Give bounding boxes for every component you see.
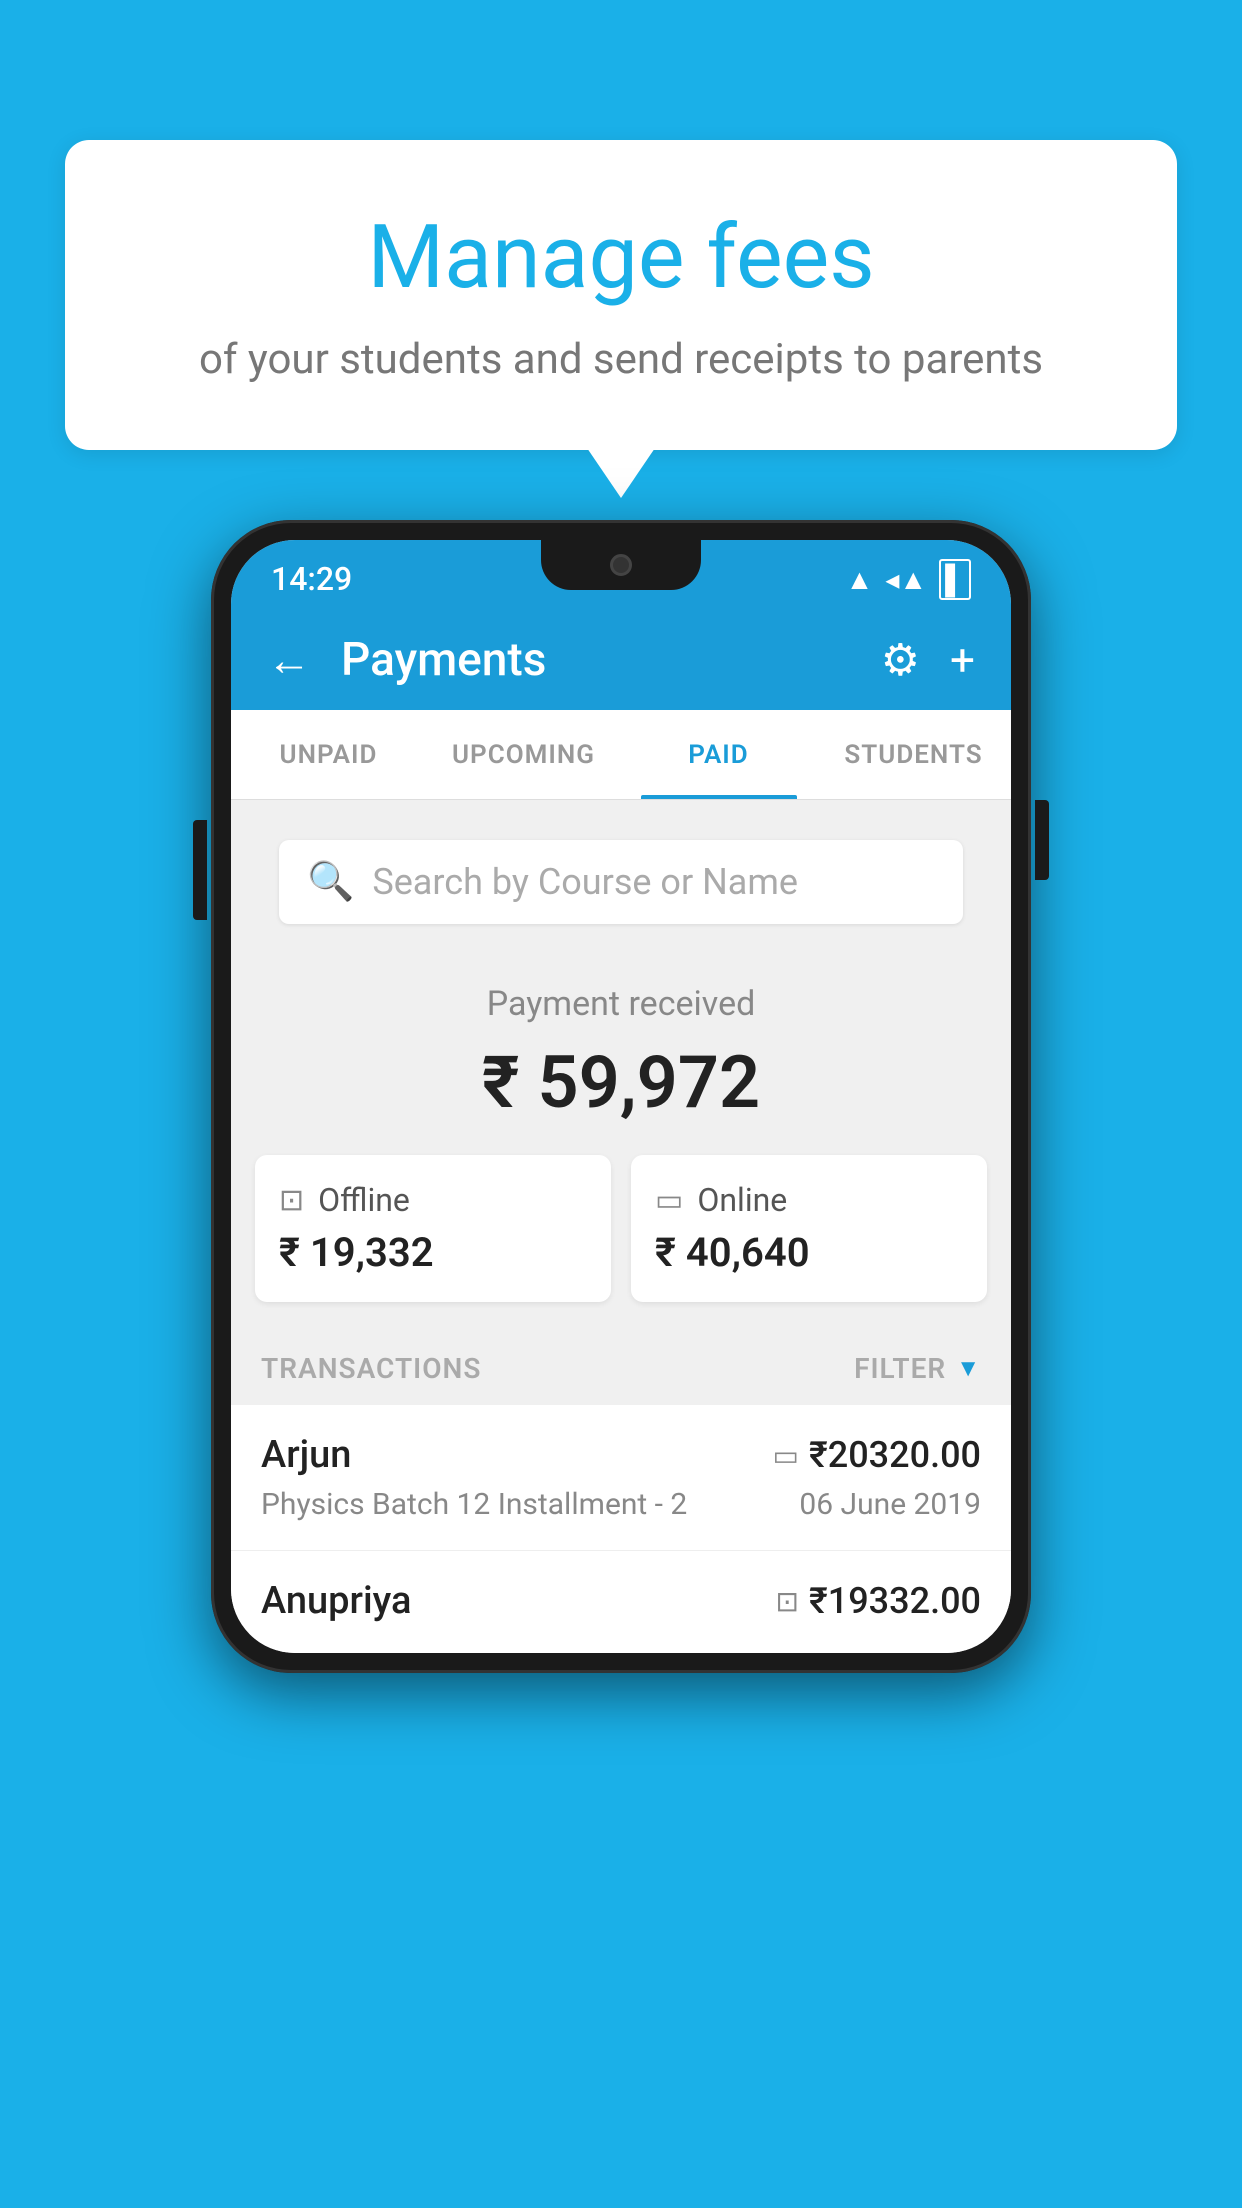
transaction-date-1: 06 June 2019 [799, 1487, 981, 1522]
app-bar-actions: ⚙ + [881, 634, 975, 686]
transaction-amount-1: ₹20320.00 [809, 1434, 981, 1476]
transaction-top-2: Anupriya ⊡ ₹19332.00 [261, 1579, 981, 1623]
tab-upcoming[interactable]: UPCOMING [426, 710, 621, 799]
payment-total-amount: ₹ 59,972 [251, 1040, 991, 1125]
offline-card: ⊡ Offline ₹ 19,332 [255, 1155, 611, 1302]
payment-received-label: Payment received [251, 984, 991, 1024]
tab-paid[interactable]: PAID [621, 710, 816, 799]
phone-outer: 14:29 ▲ ◂▲ ▌ ← Payments ⚙ + UNPAID [211, 520, 1031, 1673]
wifi-icon: ▲ [846, 563, 874, 596]
payment-summary: Payment received ₹ 59,972 [231, 944, 1011, 1155]
camera [610, 554, 632, 576]
settings-icon[interactable]: ⚙ [881, 634, 920, 686]
signal-icon: ◂▲ [885, 563, 927, 596]
phone-notch [541, 540, 701, 590]
bubble-subtitle: of your students and send receipts to pa… [125, 331, 1117, 390]
online-card: ▭ Online ₹ 40,640 [631, 1155, 987, 1302]
add-icon[interactable]: + [950, 634, 975, 686]
search-bar[interactable]: 🔍 Search by Course or Name [279, 840, 963, 924]
filter-button[interactable]: FILTER ▼ [854, 1352, 981, 1385]
transaction-amount-row-2: ⊡ ₹19332.00 [776, 1580, 982, 1622]
filter-label: FILTER [854, 1352, 946, 1385]
transactions-header: TRANSACTIONS FILTER ▼ [231, 1332, 1011, 1405]
tab-students[interactable]: STUDENTS [816, 710, 1011, 799]
tab-unpaid[interactable]: UNPAID [231, 710, 426, 799]
tabs-bar: UNPAID UPCOMING PAID STUDENTS [231, 710, 1011, 800]
status-time: 14:29 [271, 560, 352, 598]
back-button[interactable]: ← [267, 634, 311, 686]
phone-mockup: 14:29 ▲ ◂▲ ▌ ← Payments ⚙ + UNPAID [211, 520, 1031, 1673]
app-bar-title: Payments [341, 633, 851, 687]
search-placeholder: Search by Course or Name [372, 861, 798, 903]
app-bar: ← Payments ⚙ + [231, 610, 1011, 710]
bubble-title: Manage fees [125, 210, 1117, 307]
transaction-type-icon-2: ⊡ [776, 1585, 799, 1618]
transactions-label: TRANSACTIONS [261, 1352, 481, 1385]
payment-cards: ⊡ Offline ₹ 19,332 ▭ Online ₹ 40,640 [231, 1155, 1011, 1332]
transaction-name-1: Arjun [261, 1433, 351, 1477]
offline-icon: ⊡ [279, 1183, 304, 1218]
transaction-row-arjun[interactable]: Arjun ▭ ₹20320.00 Physics Batch 12 Insta… [231, 1405, 1011, 1551]
speech-bubble-container: Manage fees of your students and send re… [65, 140, 1177, 450]
offline-card-header: ⊡ Offline [279, 1181, 587, 1219]
online-card-header: ▭ Online [655, 1181, 963, 1219]
transaction-amount-2: ₹19332.00 [809, 1580, 981, 1622]
status-icons: ▲ ◂▲ ▌ [846, 559, 971, 600]
search-area: 🔍 Search by Course or Name [231, 800, 1011, 924]
transaction-bottom-1: Physics Batch 12 Installment - 2 06 June… [261, 1487, 981, 1522]
offline-amount: ₹ 19,332 [279, 1229, 587, 1276]
battery-icon: ▌ [939, 559, 971, 600]
search-icon: 🔍 [307, 860, 354, 904]
transaction-amount-row-1: ▭ ₹20320.00 [773, 1434, 982, 1476]
transaction-detail-1: Physics Batch 12 Installment - 2 [261, 1487, 687, 1522]
phone-screen: 14:29 ▲ ◂▲ ▌ ← Payments ⚙ + UNPAID [231, 540, 1011, 1653]
transaction-type-icon-1: ▭ [773, 1439, 799, 1472]
transaction-name-2: Anupriya [261, 1579, 411, 1623]
transaction-row-anupriya[interactable]: Anupriya ⊡ ₹19332.00 [231, 1551, 1011, 1653]
offline-label: Offline [318, 1181, 410, 1219]
online-label: Online [697, 1181, 787, 1219]
online-icon: ▭ [655, 1183, 683, 1218]
filter-icon: ▼ [956, 1354, 981, 1383]
speech-bubble: Manage fees of your students and send re… [65, 140, 1177, 450]
transaction-top-1: Arjun ▭ ₹20320.00 [261, 1433, 981, 1477]
online-amount: ₹ 40,640 [655, 1229, 963, 1276]
